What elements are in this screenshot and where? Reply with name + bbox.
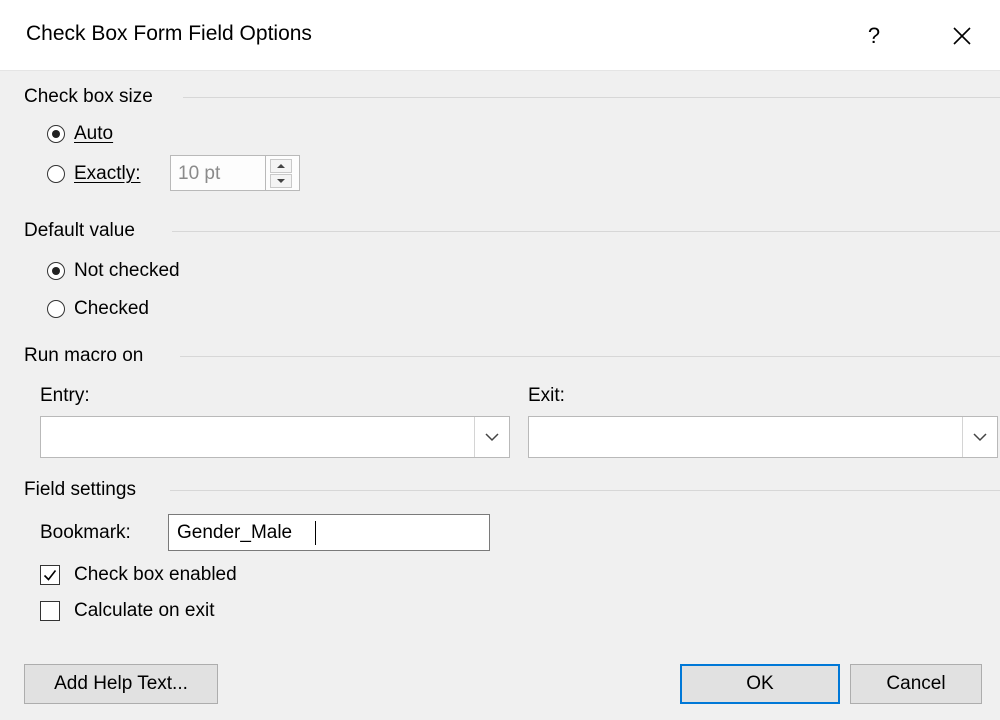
calculate-on-exit-checkbox[interactable] — [40, 601, 60, 621]
bookmark-value: Gender_Male — [177, 522, 293, 543]
help-button[interactable]: ? — [856, 18, 892, 54]
entry-macro-dropdown[interactable] — [40, 416, 510, 458]
text-caret — [315, 521, 316, 545]
exact-size-input[interactable]: 10 pt — [170, 155, 266, 191]
chevron-up-icon — [277, 164, 285, 168]
spin-down-button[interactable] — [270, 174, 292, 188]
bookmark-input[interactable]: Gender_Male — [168, 514, 490, 551]
auto-radio-label[interactable]: Auto — [74, 123, 113, 145]
check-box-enabled-checkbox[interactable] — [40, 565, 60, 585]
group-divider — [180, 356, 1000, 357]
group-divider — [170, 490, 1000, 491]
calculate-on-exit-label[interactable]: Calculate on exit — [74, 600, 214, 622]
default-value-group-label: Default value — [24, 220, 135, 241]
exit-label: Exit: — [528, 385, 565, 406]
run-macro-group-label: Run macro on — [24, 345, 144, 366]
chevron-down-icon — [277, 179, 285, 183]
entry-label: Entry: — [40, 385, 90, 406]
exactly-radio[interactable] — [47, 165, 65, 183]
add-help-text-button[interactable]: Add Help Text... — [24, 664, 218, 704]
close-button[interactable] — [940, 16, 984, 56]
not-checked-radio[interactable] — [47, 262, 65, 280]
field-settings-group-label: Field settings — [24, 479, 136, 500]
checked-radio[interactable] — [47, 300, 65, 318]
title-divider — [0, 70, 1000, 71]
checkmark-icon — [43, 570, 57, 581]
check-box-size-group-label: Check box size — [24, 86, 153, 107]
size-spinner[interactable] — [266, 155, 300, 191]
exit-macro-dropdown[interactable] — [528, 416, 998, 458]
cancel-button[interactable]: Cancel — [850, 664, 982, 704]
exit-dropdown-button[interactable] — [962, 417, 997, 457]
group-divider — [183, 97, 1000, 98]
entry-dropdown-button[interactable] — [474, 417, 509, 457]
close-icon — [953, 27, 971, 45]
checked-radio-label[interactable]: Checked — [74, 298, 149, 320]
check-box-enabled-label[interactable]: Check box enabled — [74, 564, 237, 586]
group-divider — [172, 231, 1000, 232]
exactly-radio-label[interactable]: Exactly: — [74, 163, 141, 185]
spin-up-button[interactable] — [270, 159, 292, 173]
not-checked-radio-label[interactable]: Not checked — [74, 260, 180, 282]
dialog-title: Check Box Form Field Options — [26, 22, 312, 45]
bookmark-label: Bookmark: — [40, 522, 131, 543]
chevron-down-icon — [973, 433, 987, 442]
auto-radio[interactable] — [47, 125, 65, 143]
chevron-down-icon — [485, 433, 499, 442]
ok-button[interactable]: OK — [680, 664, 840, 704]
